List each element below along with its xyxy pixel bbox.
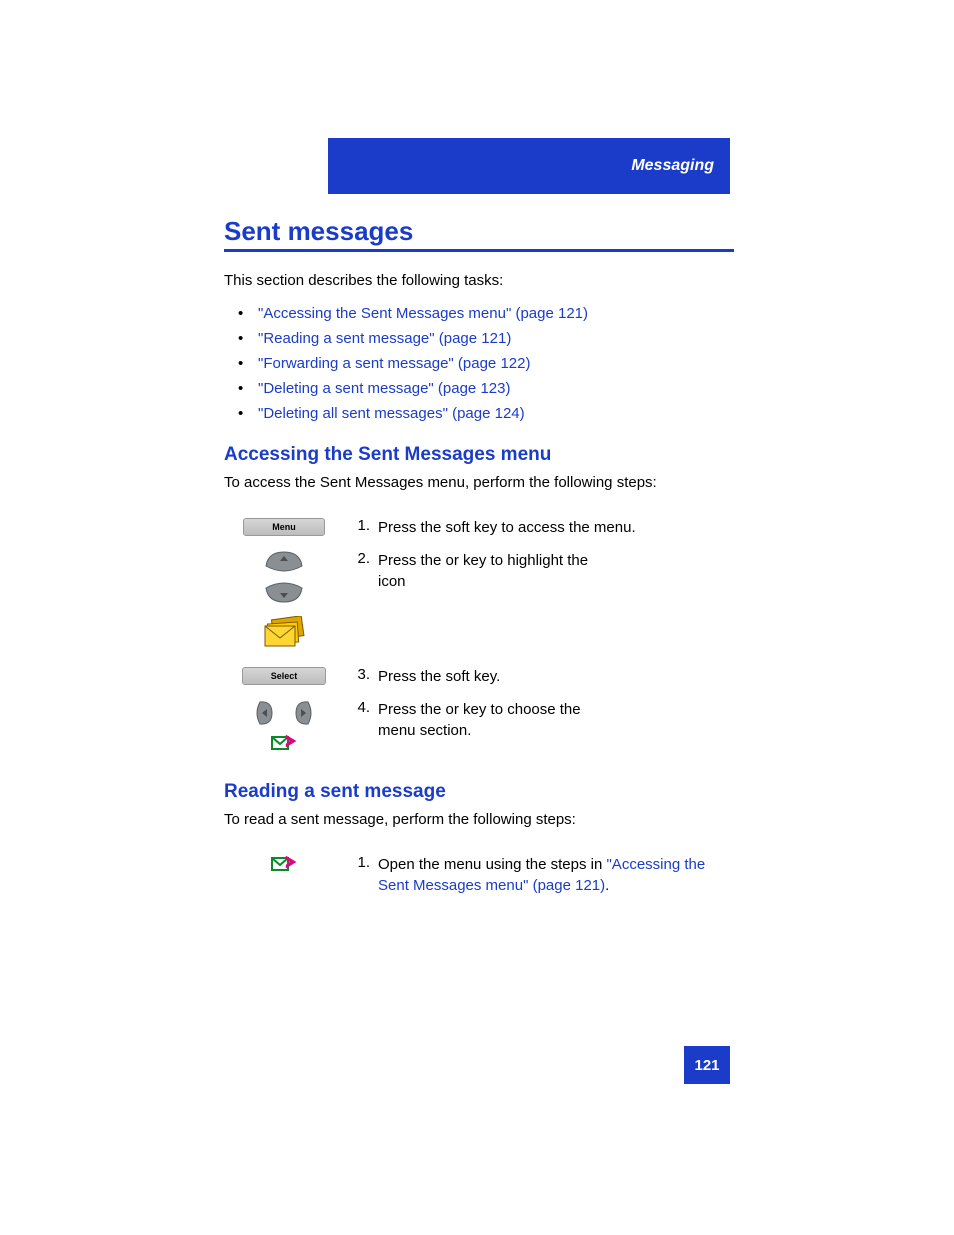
section1-steps: Menu 1. Press the soft key to access the… bbox=[224, 511, 734, 759]
step-text: Press the soft key. bbox=[378, 660, 734, 693]
toc-link[interactable]: "Forwarding a sent message" (page 122) bbox=[258, 355, 530, 372]
step-number: 1. bbox=[344, 511, 378, 544]
section2-heading: Reading a sent message bbox=[224, 781, 734, 803]
intro-text: This section describes the following tas… bbox=[224, 270, 734, 291]
header-section-label: Messaging bbox=[631, 157, 714, 175]
up-down-nav-icon bbox=[224, 550, 344, 604]
toc-item: "Reading a sent message" (page 121) bbox=[238, 330, 734, 347]
page-number: 121 bbox=[684, 1046, 730, 1084]
step-text: Open the menu using the steps in "Access… bbox=[378, 848, 734, 902]
content-area: Sent messages This section describes the… bbox=[224, 216, 734, 902]
document-page: Messaging Sent messages This section des… bbox=[0, 0, 954, 1235]
left-right-nav-with-sent-icon bbox=[224, 699, 344, 753]
toc-item: "Deleting all sent messages" (page 124) bbox=[238, 405, 734, 422]
toc-link[interactable]: "Deleting a sent message" (page 123) bbox=[258, 380, 510, 397]
toc-list: "Accessing the Sent Messages menu" (page… bbox=[238, 305, 734, 422]
header-bar: Messaging bbox=[328, 138, 730, 194]
toc-item: "Accessing the Sent Messages menu" (page… bbox=[238, 305, 734, 322]
toc-link[interactable]: "Reading a sent message" (page 121) bbox=[258, 330, 511, 347]
toc-link[interactable]: "Accessing the Sent Messages menu" (page… bbox=[258, 305, 588, 322]
section2-intro: To read a sent message, perform the foll… bbox=[224, 809, 734, 830]
section1-intro: To access the Sent Messages menu, perfor… bbox=[224, 472, 734, 493]
step-text: Press the or key to highlight the icon bbox=[378, 544, 734, 610]
toc-link[interactable]: "Deleting all sent messages" (page 124) bbox=[258, 405, 525, 422]
messaging-envelope-icon bbox=[261, 616, 307, 654]
section2-steps: 1. Open the menu using the steps in "Acc… bbox=[224, 848, 734, 902]
step-text: Press the soft key to access the menu. bbox=[378, 511, 734, 544]
select-softkey-icon: Select bbox=[242, 667, 327, 685]
toc-item: "Deleting a sent message" (page 123) bbox=[238, 380, 734, 397]
step-number: 1. bbox=[344, 848, 378, 902]
step-text: Press the or key to choose the menu sect… bbox=[378, 693, 734, 759]
step-number: 4. bbox=[344, 693, 378, 759]
section1-heading: Accessing the Sent Messages menu bbox=[224, 444, 734, 466]
page-title: Sent messages bbox=[224, 216, 734, 252]
toc-item: "Forwarding a sent message" (page 122) bbox=[238, 355, 734, 372]
step-number: 3. bbox=[344, 660, 378, 693]
menu-softkey-icon: Menu bbox=[243, 518, 325, 536]
step-number: 2. bbox=[344, 544, 378, 610]
sent-envelope-icon bbox=[271, 854, 297, 874]
